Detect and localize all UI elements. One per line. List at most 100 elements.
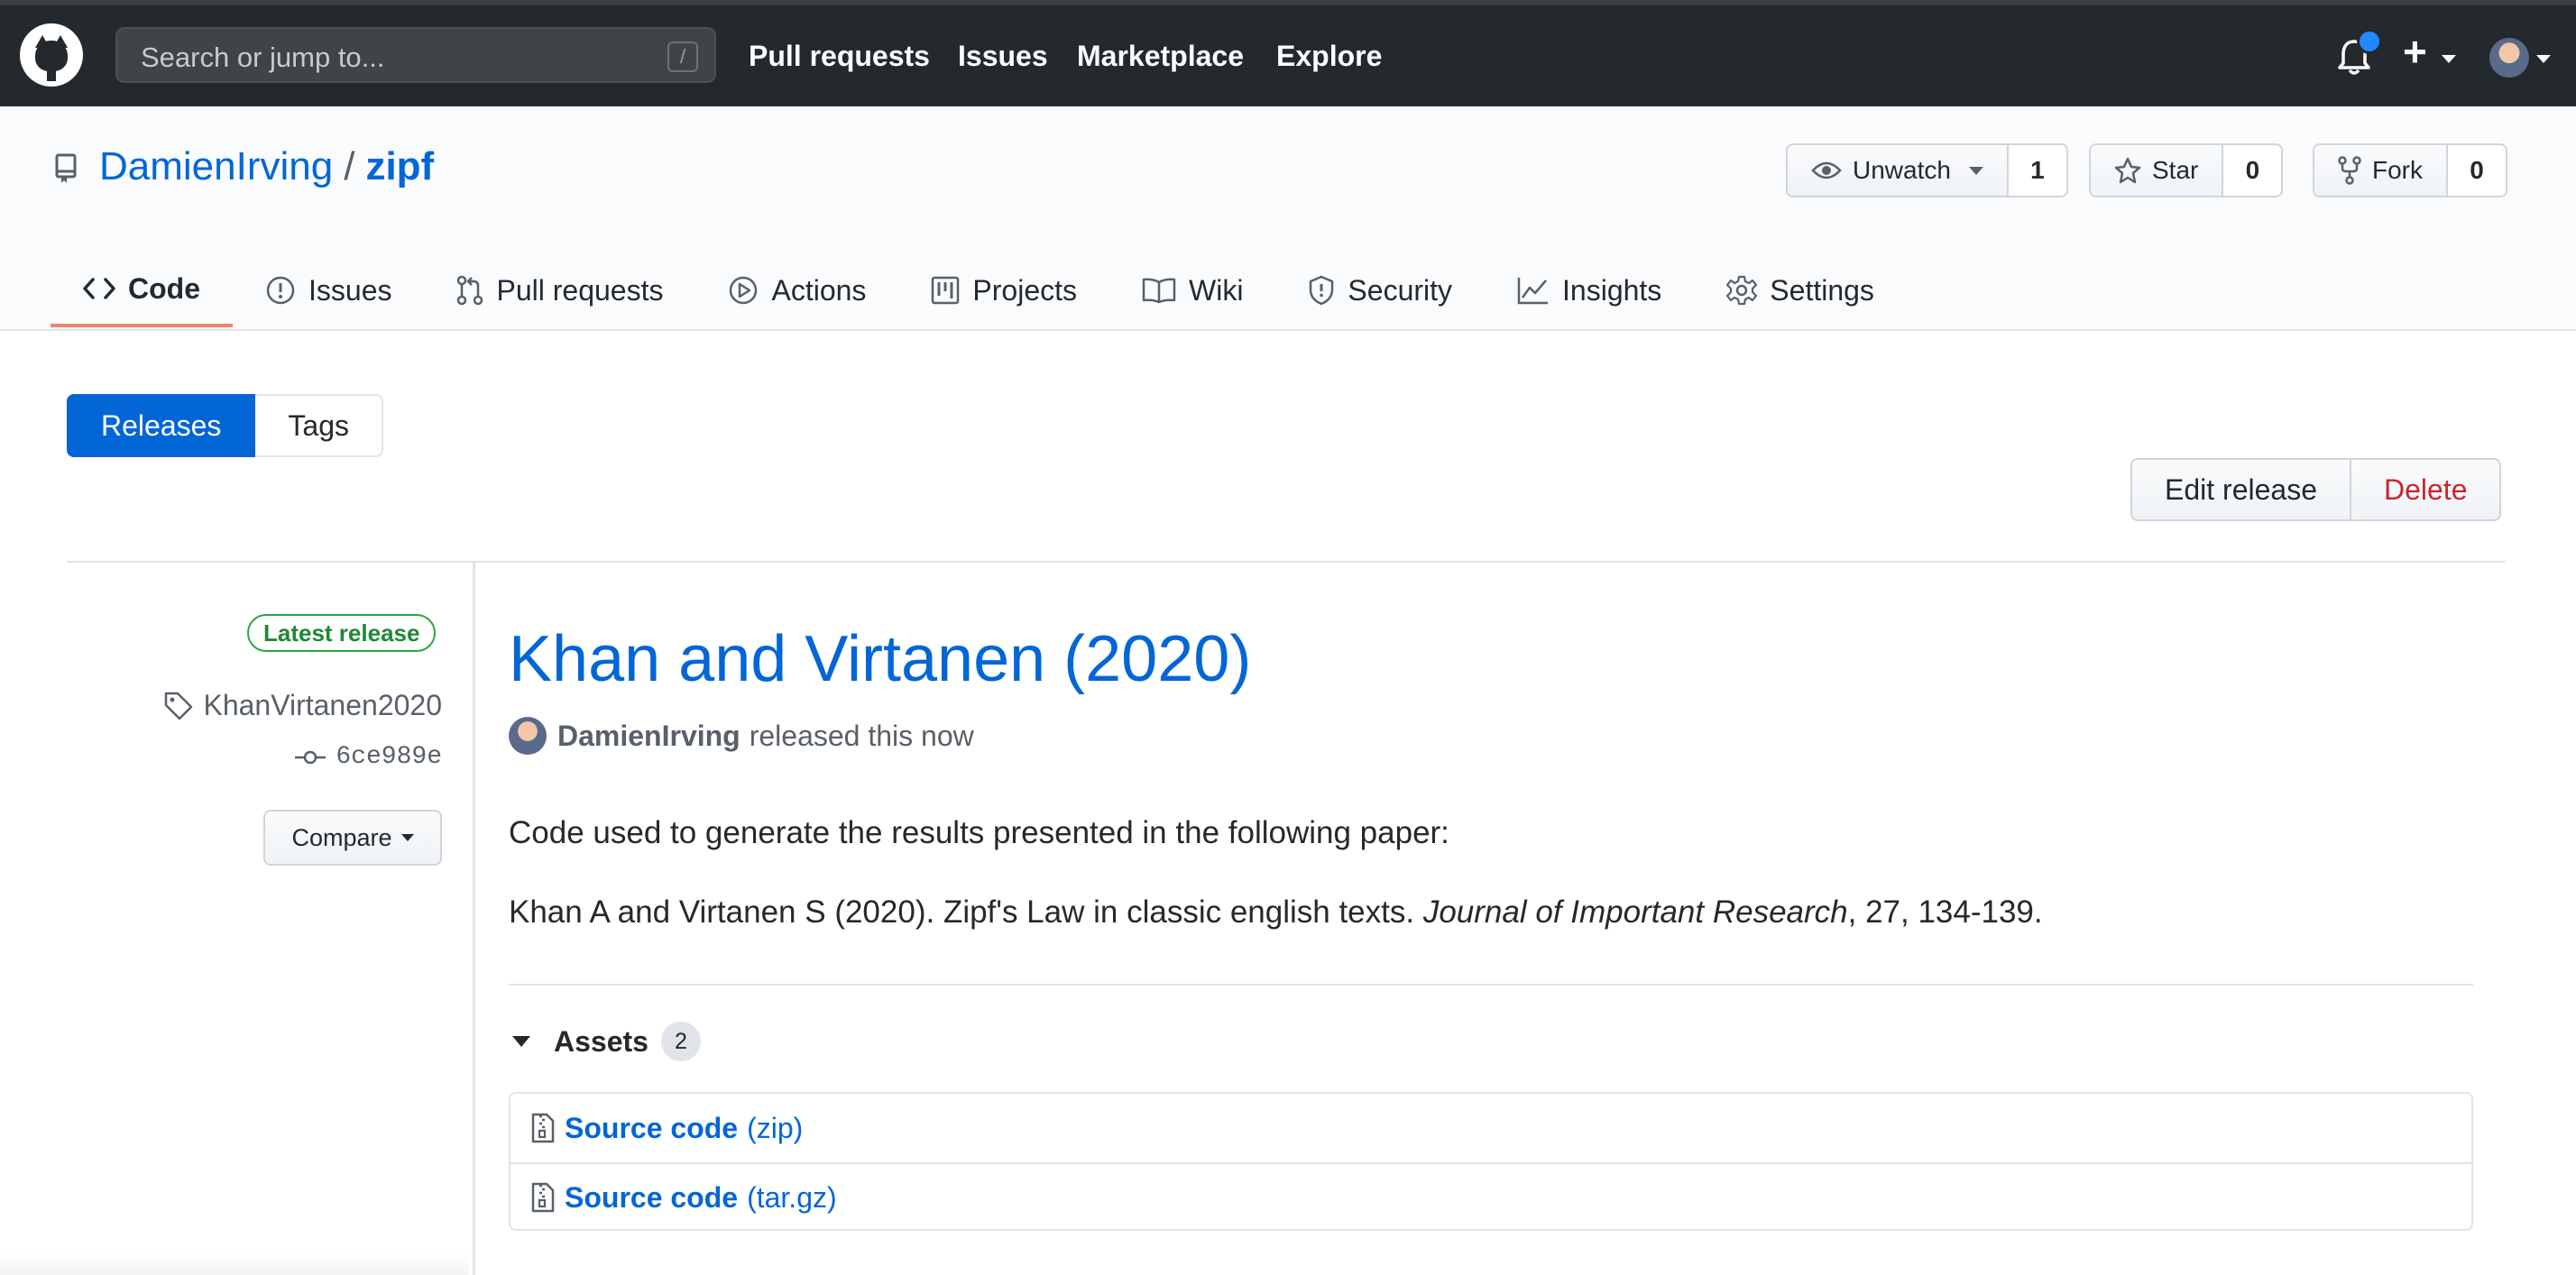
tab-issues[interactable]: Issues <box>233 253 424 327</box>
release-byline: DamienIrving released this now <box>509 717 974 755</box>
nav-explore[interactable]: Explore <box>1276 40 1382 73</box>
forks-count[interactable]: 0 <box>2448 145 2506 196</box>
tab-pull-requests-label: Pull requests <box>496 273 664 307</box>
released-text: released this now <box>749 719 974 752</box>
tab-actions-label: Actions <box>771 273 867 307</box>
pull-request-icon <box>457 275 483 306</box>
repo-title: DamienIrving / zipf <box>99 144 434 189</box>
global-header: Search or jump to... / Pull requests Iss… <box>0 0 2576 106</box>
github-logo-icon[interactable] <box>20 23 83 87</box>
compare-caret-icon <box>400 834 414 841</box>
commit-icon <box>295 750 327 764</box>
create-caret-icon[interactable] <box>2442 55 2456 63</box>
repo-tabs: Code Issues Pull requests Actions Projec… <box>51 253 1907 329</box>
asset-source-zip[interactable]: Source code (zip) <box>511 1094 2471 1162</box>
watch-caret-icon <box>1968 166 1983 175</box>
watch-button-group: Unwatch 1 <box>1786 143 2068 197</box>
project-icon <box>932 276 960 305</box>
star-button-group: Star 0 <box>2089 143 2284 197</box>
releases-subnav: Releases Tags <box>67 394 383 457</box>
release-title[interactable]: Khan and Virtanen (2020) <box>509 622 1251 696</box>
assets-toggle[interactable]: Assets 2 <box>512 1022 701 1061</box>
tag-icon <box>165 692 193 720</box>
book-icon <box>1142 278 1176 304</box>
compare-button[interactable]: Compare <box>263 810 442 866</box>
release-actions: Edit release Delete <box>2130 458 2502 521</box>
nav-marketplace[interactable]: Marketplace <box>1077 40 1244 73</box>
star-label: Star <box>2152 156 2199 184</box>
asset-name: Source code <box>565 1111 739 1144</box>
fork-button[interactable]: Fork <box>2314 145 2448 196</box>
tab-security[interactable]: Security <box>1275 253 1485 327</box>
release-author-link[interactable]: DamienIrving <box>557 720 741 753</box>
assets-label: Assets <box>554 1024 649 1058</box>
tab-insights-label: Insights <box>1562 273 1662 307</box>
shield-icon <box>1310 275 1334 306</box>
tab-wiki-label: Wiki <box>1189 273 1244 307</box>
asset-name: Source code <box>565 1180 739 1214</box>
fork-label: Fork <box>2372 156 2423 184</box>
search-placeholder: Search or jump to... <box>141 41 385 73</box>
tab-security-label: Security <box>1348 273 1453 307</box>
release-timeline-line <box>473 563 475 1275</box>
tab-pull-requests[interactable]: Pull requests <box>424 253 695 327</box>
repo-icon <box>55 153 77 183</box>
graph-icon <box>1517 278 1549 305</box>
release-citation: Khan A and Virtanen S (2020). Zipf's Law… <box>509 894 2043 931</box>
search-shortcut-badge: / <box>667 41 698 72</box>
fork-button-group: Fork 0 <box>2313 143 2507 197</box>
tab-insights[interactable]: Insights <box>1485 253 1694 327</box>
nav-issues[interactable]: Issues <box>958 40 1048 73</box>
user-avatar[interactable] <box>2489 38 2529 78</box>
assets-count: 2 <box>660 1022 701 1061</box>
file-zip-icon <box>531 1113 555 1143</box>
repo-separator: / <box>344 144 355 188</box>
tab-code-label: Code <box>128 271 200 305</box>
tab-settings[interactable]: Settings <box>1694 253 1907 327</box>
star-button[interactable]: Star <box>2091 145 2224 196</box>
tab-projects-label: Projects <box>972 273 1077 307</box>
tab-projects[interactable]: Projects <box>898 253 1109 327</box>
repo-name-link[interactable]: zipf <box>365 144 434 188</box>
assets-list: Source code (zip) Source code (tar.gz) <box>509 1092 2473 1231</box>
citation-details: , 27, 134-139. <box>1847 894 2043 930</box>
release-tag[interactable]: KhanVirtanen2020 <box>163 689 442 722</box>
triangle-down-icon <box>512 1036 530 1047</box>
delete-release-button[interactable]: Delete <box>2351 460 2500 519</box>
release-description: Code used to generate the results presen… <box>509 815 1449 850</box>
eye-icon <box>1811 161 1842 179</box>
file-zip-icon <box>531 1182 555 1213</box>
user-menu-caret-icon[interactable] <box>2536 55 2551 63</box>
citation-text: Khan A and Virtanen S (2020). Zipf's Law… <box>509 894 1423 930</box>
play-icon <box>730 276 758 305</box>
tab-settings-label: Settings <box>1770 273 1874 307</box>
gear-icon <box>1726 275 1758 306</box>
watchers-count[interactable]: 1 <box>2008 145 2066 196</box>
code-icon <box>83 278 115 299</box>
tab-wiki[interactable]: Wiki <box>1109 253 1275 327</box>
author-avatar[interactable] <box>509 717 547 755</box>
asset-format: (zip) <box>747 1111 804 1144</box>
release-commit-sha: 6ce989e <box>336 743 442 771</box>
tags-tab[interactable]: Tags <box>255 394 383 457</box>
edit-release-button[interactable]: Edit release <box>2132 460 2351 519</box>
search-input[interactable]: Search or jump to... / <box>115 27 716 83</box>
unwatch-button[interactable]: Unwatch <box>1788 145 2009 196</box>
repo-owner-link[interactable]: DamienIrving <box>99 144 333 188</box>
notification-dot <box>2357 29 2382 54</box>
releases-tab[interactable]: Releases <box>67 394 256 457</box>
issue-icon <box>266 276 295 305</box>
repository-header: DamienIrving / zipf Unwatch 1 Star 0 For… <box>0 106 2576 331</box>
stars-count[interactable]: 0 <box>2223 145 2282 196</box>
release-tag-name: KhanVirtanen2020 <box>203 689 442 721</box>
compare-label: Compare <box>291 823 392 851</box>
tab-code[interactable]: Code <box>51 253 233 327</box>
bottom-fade <box>0 1253 469 1275</box>
release-commit[interactable]: 6ce989e <box>294 743 442 771</box>
tab-actions[interactable]: Actions <box>695 253 898 327</box>
create-new-icon[interactable]: + <box>2403 31 2427 72</box>
nav-pull-requests[interactable]: Pull requests <box>749 40 930 73</box>
unwatch-label: Unwatch <box>1853 156 1951 184</box>
asset-source-targz[interactable]: Source code (tar.gz) <box>511 1162 2471 1231</box>
star-icon <box>2114 157 2141 184</box>
